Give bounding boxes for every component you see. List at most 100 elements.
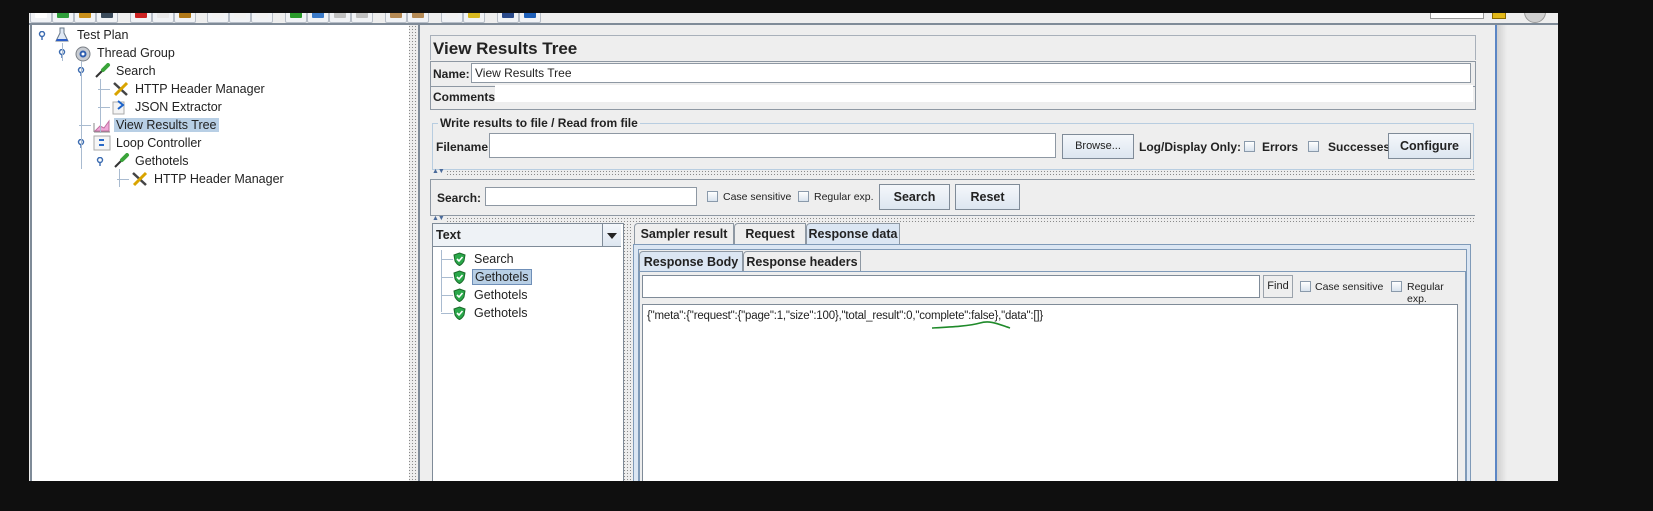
name-label: Name: [433,67,470,81]
errors-checkbox[interactable] [1244,141,1255,152]
collapse-split-arrows[interactable]: ▲▼ [432,168,445,175]
tree-item-json-extractor[interactable]: JSON Extractor [112,98,224,116]
tree-item-search[interactable]: Search [93,62,158,80]
find-regex-checkbox[interactable] [1391,281,1402,292]
tree-item-loop-controller[interactable]: Loop Controller [93,134,203,152]
response-data-tab-body: Response Body Response headers Find Case … [633,244,1471,481]
filename-input[interactable] [489,133,1056,158]
tree-item-thread-group[interactable]: Thread Group [74,44,177,62]
reset-button[interactable]: Reset [955,184,1020,210]
main-splitter-handle[interactable] [409,25,417,481]
find-button[interactable]: Find [1263,275,1293,298]
reset-search-icon-glyph [468,13,480,18]
new-icon[interactable] [30,13,52,23]
start-icon-glyph [290,13,302,18]
open-icon[interactable] [74,13,96,23]
tree-item-gethotels[interactable]: Gethotels [112,152,191,170]
tree-item-test-plan[interactable]: Test Plan [54,26,130,44]
toggle-icon[interactable] [251,13,273,23]
config-tools-icon [131,171,149,187]
result-connector [441,295,453,296]
green-underline-annotation [931,321,1011,329]
successes-label: Successes [1328,140,1391,154]
reset-search-icon[interactable] [463,13,485,23]
horizontal-splitter[interactable] [446,170,1474,175]
tree-item-view-results-tree[interactable]: View Results Tree [93,116,219,134]
start-icon[interactable] [285,13,307,23]
toggle-icon-glyph [256,13,268,18]
file-group: Write results to file / Read from file F… [432,116,1474,170]
log-display-label: Log/Display Only: [1139,140,1242,154]
results-vertical-splitter[interactable] [623,223,631,481]
test-plan-tree[interactable]: Test Plan Thread Group Search HTTP Header M… [30,25,410,481]
save-icon[interactable] [96,13,118,23]
find-input[interactable] [642,275,1260,298]
renderer-select[interactable]: Text [433,224,621,247]
sample-result-item[interactable]: Gethotels [453,286,530,304]
expand-toggle-icon[interactable] [38,30,46,40]
find-case-sensitive-checkbox[interactable] [1300,281,1311,292]
paste-icon-glyph [179,13,191,18]
tab-response-data[interactable]: Response data [806,223,900,244]
collapse-icon-glyph [234,13,246,18]
search-input[interactable] [485,187,697,206]
post-processor-arrow-icon [112,99,130,115]
templates-icon[interactable] [52,13,74,23]
name-input[interactable]: View Results Tree [471,63,1471,83]
expand-toggle-icon[interactable] [96,156,104,166]
shutdown-icon-glyph [356,13,368,18]
tree-item-http-header-manager[interactable]: HTTP Header Manager [112,80,267,98]
expand-icon[interactable] [207,13,229,23]
tab-request[interactable]: Request [734,223,806,244]
tree-guide-line [100,79,101,133]
results-tree-panel: Text Search Gethotels Gethotels Gethotels [432,223,624,481]
copy-icon-glyph [157,13,169,18]
sample-result-item[interactable]: Gethotels [453,304,530,322]
function-helper-icon[interactable] [497,13,519,23]
clear-all-icon[interactable] [407,13,429,23]
horizontal-splitter-2[interactable] [446,217,1474,222]
comments-input[interactable] [495,85,1473,102]
help-icon[interactable] [519,13,541,23]
help-icon-glyph [524,13,536,18]
sample-result-item[interactable]: Gethotels [453,268,532,286]
tree-item-label: JSON Extractor [135,100,222,114]
browse-button[interactable]: Browse... [1062,134,1134,159]
tree-item-label: View Results Tree [114,118,219,132]
cut-icon[interactable] [130,13,152,23]
configure-button[interactable]: Configure [1388,133,1471,159]
shutdown-icon[interactable] [351,13,373,23]
copy-icon[interactable] [152,13,174,23]
name-row: Name: View Results Tree [430,61,1476,87]
start-no-pauses-icon[interactable] [307,13,329,23]
collapse-icon[interactable] [229,13,251,23]
subtab-response-headers[interactable]: Response headers [743,251,861,271]
collapse-split-arrows-2[interactable]: ▲▼ [432,215,445,222]
paste-icon[interactable] [174,13,196,23]
loop-controller-icon [93,135,111,151]
search-icon[interactable] [441,13,463,23]
result-connector [441,259,453,260]
sample-result-item[interactable]: Search [453,250,516,268]
response-body-panel: Find Case sensitive Regular exp. {"meta"… [639,271,1466,481]
warning-icon[interactable] [1492,13,1506,19]
clear-icon[interactable] [385,13,407,23]
file-group-title: Write results to file / Read from file [438,116,640,130]
successes-checkbox[interactable] [1308,141,1319,152]
tree-item-label: HTTP Header Manager [154,172,284,186]
tab-sampler-result[interactable]: Sampler result [634,223,734,244]
test-plan-flask-icon [54,27,72,43]
tree-item-label: Gethotels [135,154,189,168]
chevron-down-icon[interactable] [602,224,621,246]
errors-label: Errors [1262,140,1299,154]
save-icon-glyph [101,13,113,18]
search-button[interactable]: Search [879,184,950,210]
stop-icon[interactable] [329,13,351,23]
subtab-response-body[interactable]: Response Body [639,251,743,271]
search-regex-checkbox[interactable] [798,191,809,202]
search-case-sensitive-checkbox[interactable] [707,191,718,202]
http-sampler-pipette-icon [93,63,111,79]
templates-icon-glyph [57,13,69,18]
tree-item-http-header-manager[interactable]: HTTP Header Manager [131,170,286,188]
response-body-textarea[interactable]: {"meta":{"request":{"page":1,"size":100}… [642,304,1458,481]
